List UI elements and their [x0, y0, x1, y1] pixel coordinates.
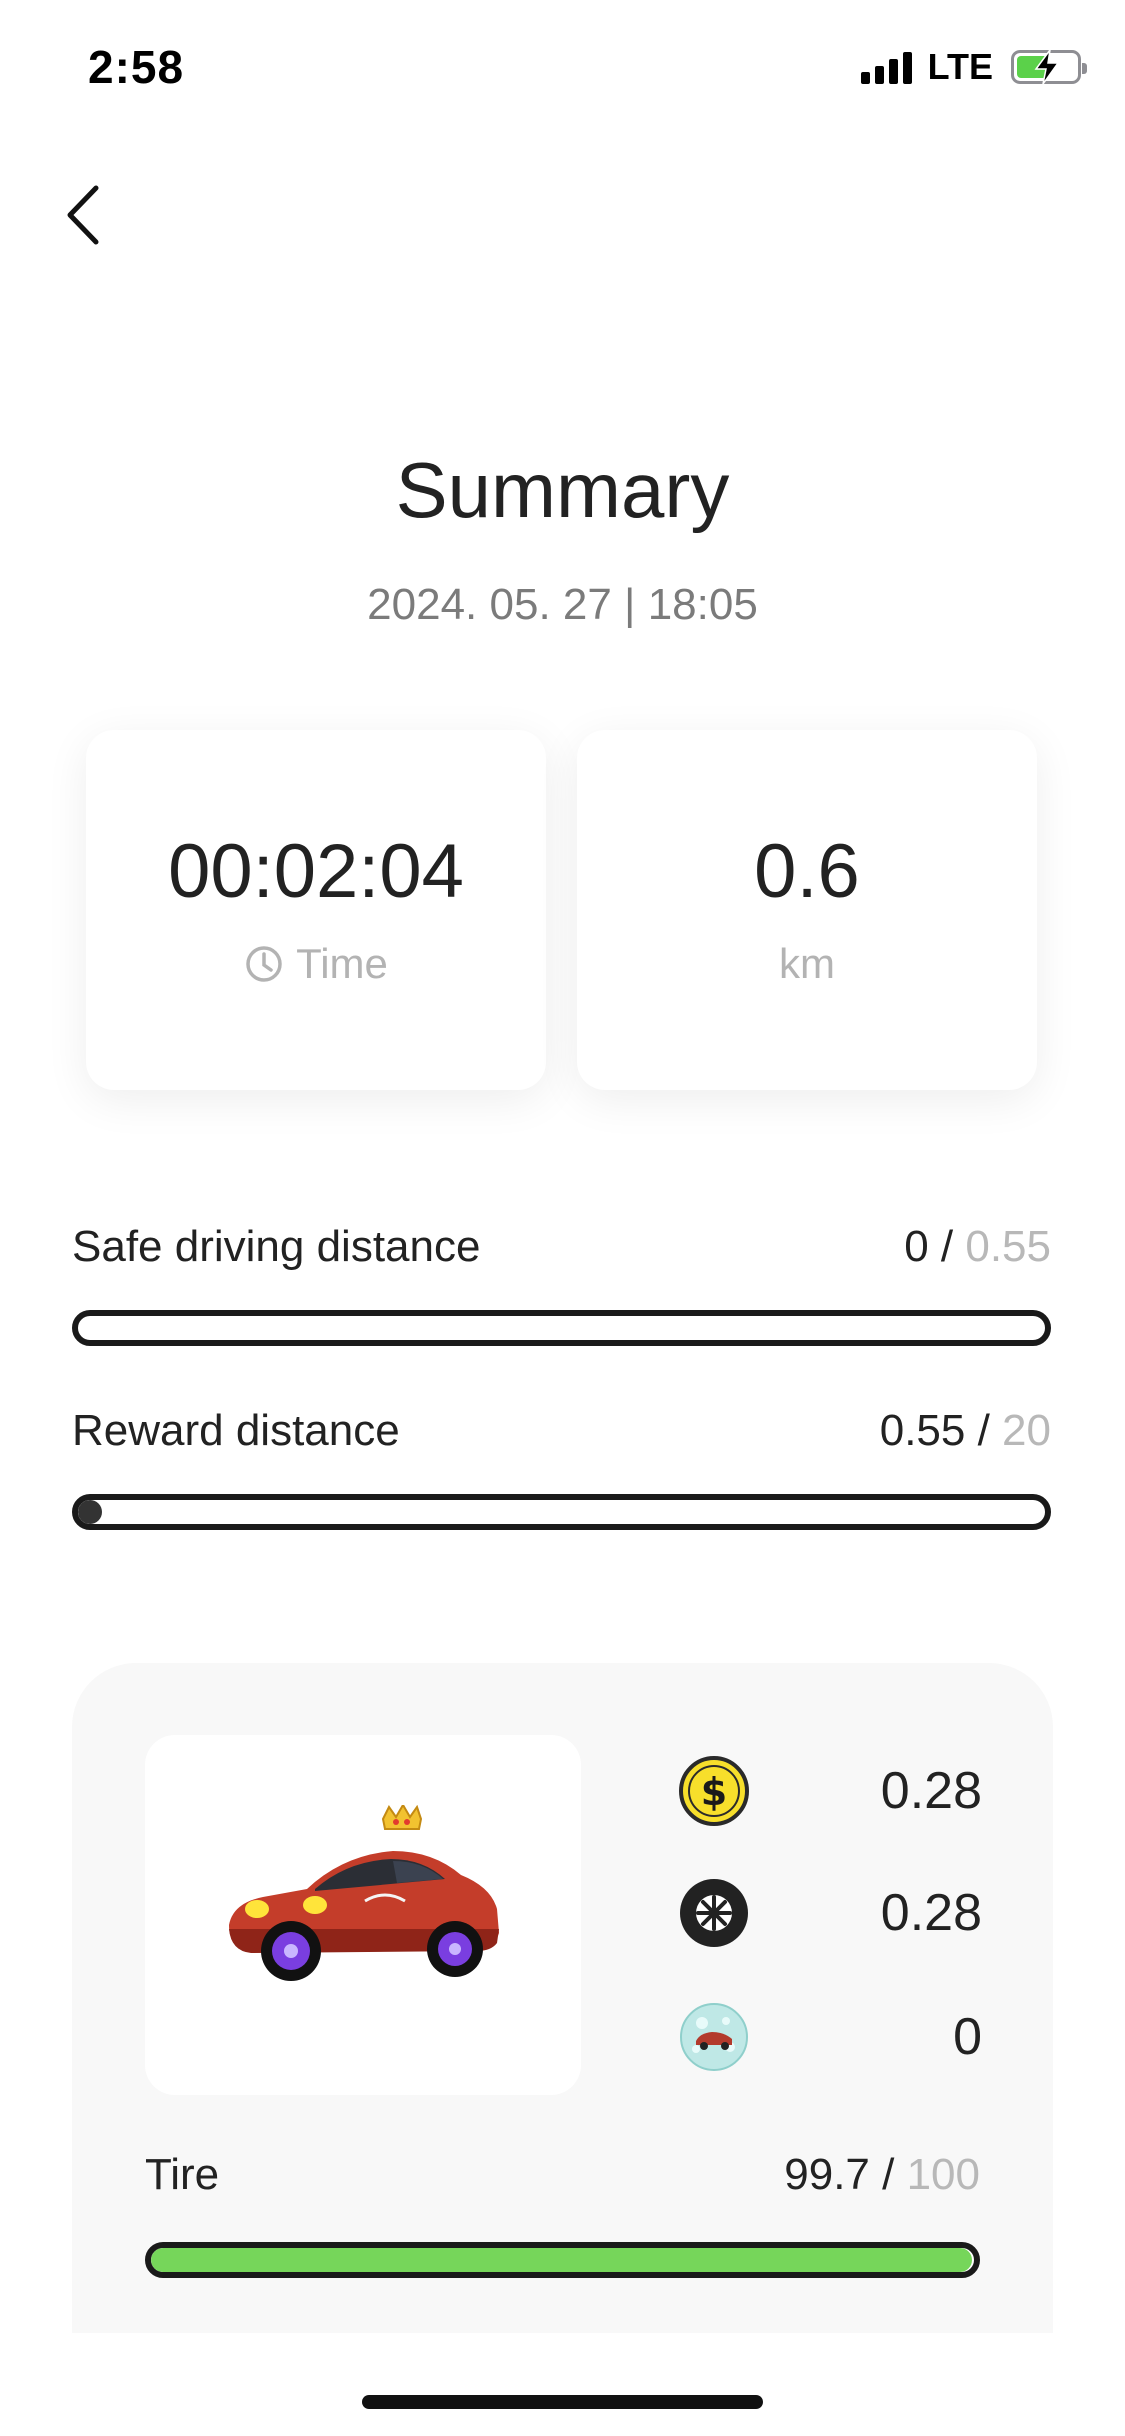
reward-item-tire: 0.28	[678, 1877, 982, 1949]
distance-label: km	[779, 940, 835, 987]
network-type: LTE	[927, 46, 993, 87]
status-time: 2:58	[88, 41, 185, 93]
svg-text:$: $	[701, 1770, 727, 1814]
tire-label: Tire	[145, 2150, 220, 2199]
coin-amount: 0.28	[880, 1762, 982, 1820]
charging-bolt-icon	[1034, 49, 1060, 85]
status-indicators: LTE	[860, 46, 1087, 88]
crystal-ball-car-icon	[680, 2003, 748, 2071]
red-sports-car-image	[229, 1805, 499, 1981]
time-value: 00:02:04	[168, 829, 464, 914]
status-bar: 2:58 LTE	[0, 0, 1125, 135]
distance-unit: km	[577, 940, 1037, 988]
reward-item-coin: $ 0.28	[678, 1755, 982, 1827]
tire-current: 99.7	[784, 2150, 870, 2199]
tire-max: 100	[906, 2150, 980, 2199]
crown-icon	[381, 1805, 423, 1830]
tire-progress-fill	[151, 2248, 972, 2272]
home-indicator[interactable]	[362, 2395, 763, 2409]
chevron-left-icon	[67, 185, 99, 245]
signal-strength-icon	[860, 50, 912, 84]
safe-driving-label: Safe driving distance	[72, 1222, 481, 1271]
distance-value: 0.6	[754, 829, 860, 914]
reward-distance-progress-bar	[72, 1494, 1051, 1530]
time-label-row: Time	[86, 940, 546, 988]
tire-progress-bar	[145, 2242, 980, 2278]
reward-distance-current: 0.55	[879, 1406, 966, 1455]
reward-progress-knob	[78, 1500, 102, 1524]
dollar-coin-icon: $	[679, 1756, 749, 1826]
reward-distance-label: Reward distance	[72, 1406, 400, 1455]
crystal-amount: 0	[953, 2008, 982, 2066]
back-button[interactable]	[56, 180, 116, 250]
time-label: Time	[296, 940, 388, 987]
clock-icon	[246, 946, 282, 982]
reward-item-crystal: 0	[678, 2001, 982, 2073]
reward-panel: $ 0.28 0.28 0 Tire 99.7 / 100	[72, 1663, 1053, 2333]
car-card[interactable]	[145, 1735, 581, 2095]
safe-driving-progress-bar	[72, 1310, 1051, 1346]
reward-list: $ 0.28 0.28 0	[678, 1755, 982, 2123]
reward-distance-value: 0.55 / 20	[879, 1406, 1051, 1455]
battery-icon	[1011, 49, 1087, 85]
distance-card: 0.6 km	[577, 730, 1037, 1090]
reward-distance-max: 20	[1002, 1406, 1051, 1455]
tire-value: 99.7 / 100	[784, 2150, 980, 2199]
tire-durability-row: Tire 99.7 / 100	[145, 2150, 980, 2278]
page-date: 2024. 05. 27 | 18:05	[367, 580, 758, 629]
safe-driving-distance-row: Safe driving distance 0 / 0.55	[72, 1222, 1051, 1346]
time-card: 00:02:04 Time	[86, 730, 546, 1090]
safe-driving-max: 0.55	[965, 1222, 1051, 1271]
tire-wheel-icon	[680, 1879, 748, 1947]
reward-distance-row: Reward distance 0.55 / 20	[72, 1406, 1051, 1530]
safe-driving-current: 0	[904, 1222, 929, 1271]
page-title: Summary	[395, 446, 730, 534]
safe-driving-value: 0 / 0.55	[904, 1222, 1051, 1271]
tire-amount: 0.28	[880, 1884, 982, 1942]
